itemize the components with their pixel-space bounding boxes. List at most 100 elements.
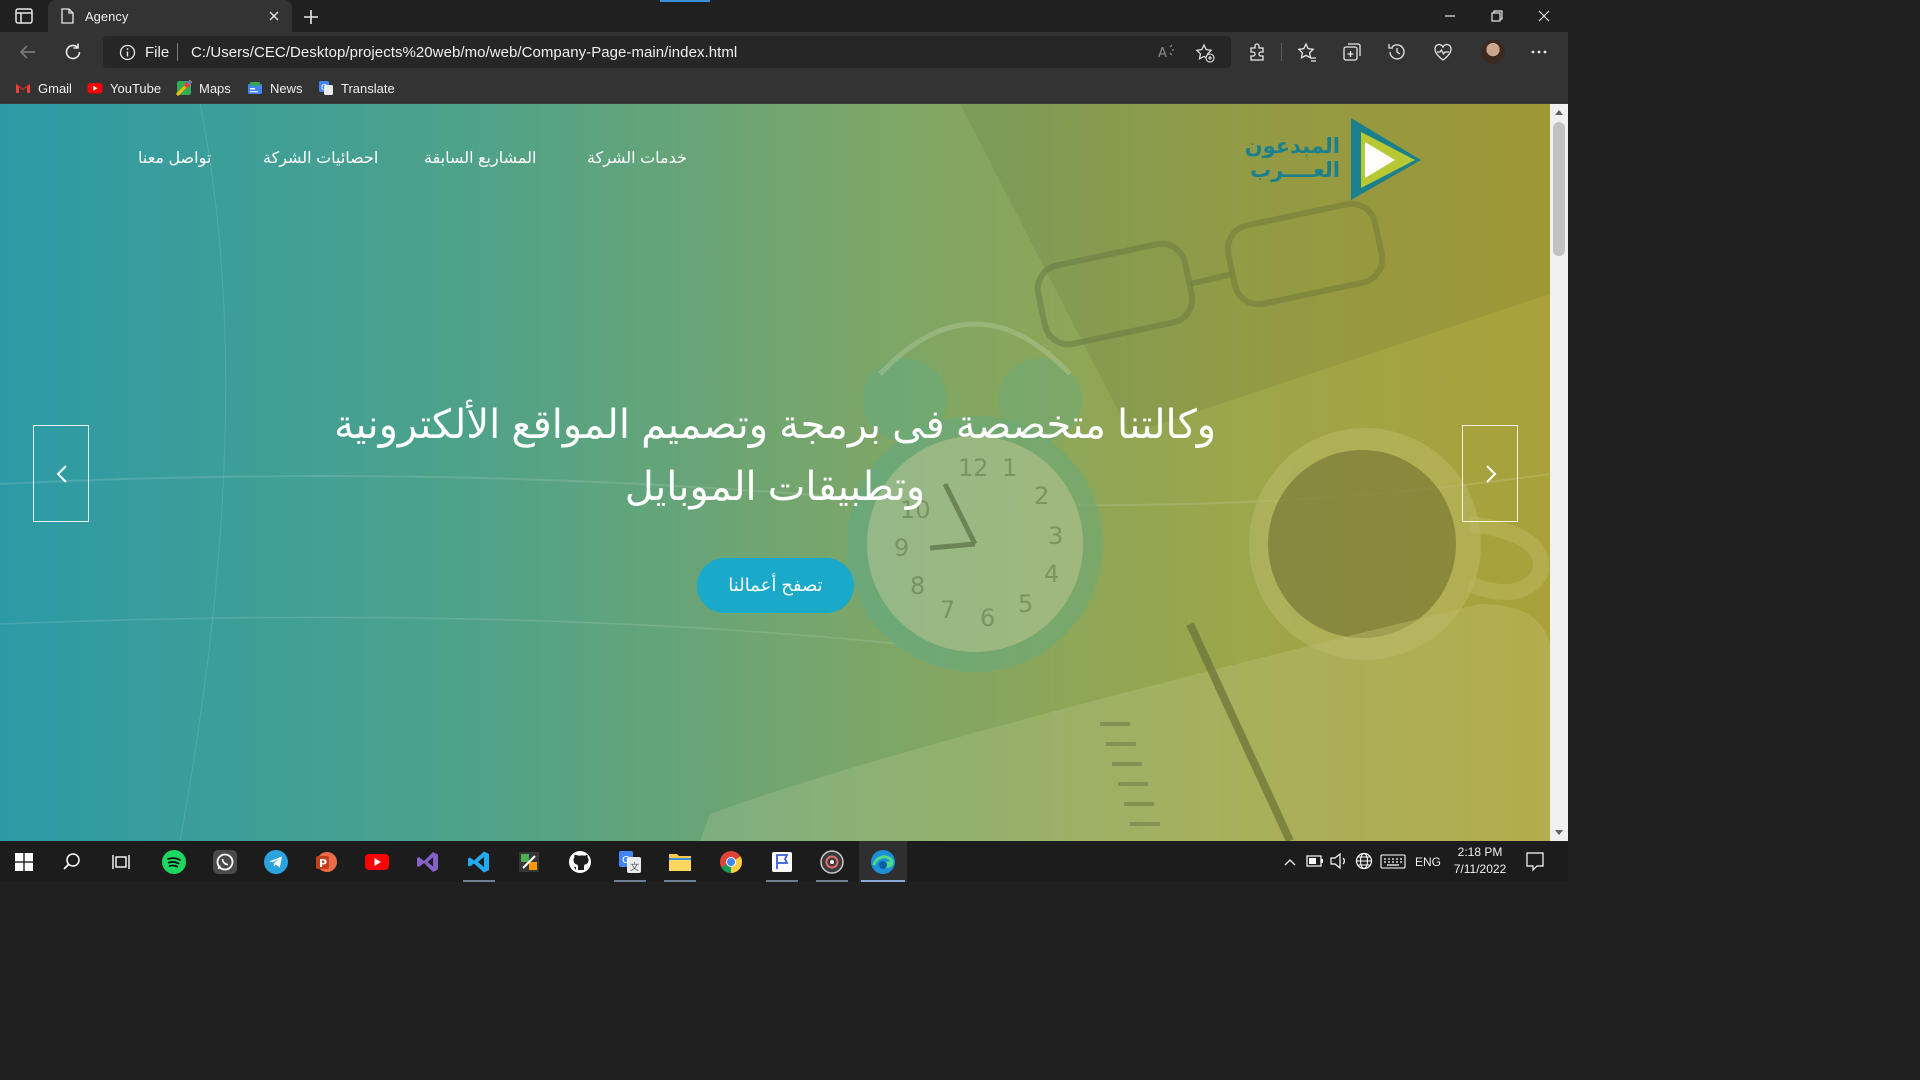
url-text[interactable]: C:/Users/CEC/Desktop/projects%20web/mo/w…: [191, 44, 737, 61]
bookmark-maps[interactable]: Maps: [176, 79, 231, 97]
media-icon: [820, 849, 844, 874]
back-icon[interactable]: [16, 40, 40, 64]
page-icon: [61, 8, 74, 24]
new-tab-icon[interactable]: [300, 6, 322, 28]
read-aloud-icon[interactable]: A: [1157, 43, 1177, 61]
taskbar-snip[interactable]: [758, 841, 806, 882]
taskbar-vscode[interactable]: [455, 841, 503, 882]
scroll-up-arrow[interactable]: [1555, 110, 1563, 115]
svg-text:7: 7: [940, 596, 955, 624]
page-scrollbar[interactable]: [1550, 104, 1568, 841]
browser-titlebar: Agency: [0, 0, 1568, 32]
taskbar-google-translate[interactable]: G 文: [606, 841, 654, 882]
slider-prev-button[interactable]: [33, 425, 89, 522]
clock-date: 7/11/2022: [1453, 862, 1507, 876]
network-globe-icon[interactable]: [1354, 841, 1374, 882]
nav-projects[interactable]: المشاريع السابقة: [424, 148, 536, 168]
window-accent: [660, 0, 710, 2]
maps-icon: [176, 80, 192, 96]
bookmark-label: Gmail: [38, 80, 72, 96]
scroll-down-arrow[interactable]: [1555, 830, 1563, 835]
svg-text:G: G: [622, 855, 630, 866]
address-bar-row: File C:/Users/CEC/Desktop/projects%20web…: [0, 32, 1568, 72]
svg-text:文: 文: [630, 861, 639, 873]
vscode-icon: [468, 851, 489, 872]
add-favorite-icon[interactable]: [1195, 43, 1215, 63]
url-scheme-label: File: [145, 44, 170, 61]
bookmark-youtube[interactable]: YouTube: [87, 79, 161, 97]
taskbar-visual-studio[interactable]: [404, 841, 452, 882]
taskbar-media[interactable]: [808, 841, 856, 882]
taskbar-powerpoint[interactable]: P: [302, 841, 350, 882]
google-translate-icon: G 文: [619, 850, 641, 873]
volume-icon[interactable]: [1329, 841, 1349, 882]
taskbar-spotify[interactable]: [150, 841, 198, 882]
chevron-right-icon: [1486, 465, 1497, 483]
hero-headline: وكالتنا متخصصة فى برمجة وتصميم المواقع ا…: [300, 394, 1250, 518]
close-tab-icon[interactable]: [266, 8, 282, 24]
browser-tab[interactable]: Agency: [48, 0, 292, 32]
snip-icon: [772, 851, 792, 872]
bookmark-translate[interactable]: G Translate: [318, 79, 395, 97]
browse-work-button[interactable]: تصفح أعمالنا: [697, 558, 854, 613]
more-options-icon[interactable]: [1528, 41, 1550, 63]
minimize-icon[interactable]: [1440, 6, 1460, 26]
address-bar[interactable]: File C:/Users/CEC/Desktop/projects%20web…: [103, 36, 1231, 68]
task-view-button[interactable]: [97, 841, 145, 882]
show-hidden-icons-icon[interactable]: [1282, 841, 1298, 882]
profile-avatar[interactable]: [1481, 40, 1505, 64]
whatsapp-icon: [213, 849, 237, 874]
bookmark-label: YouTube: [110, 80, 162, 96]
edge-icon: [871, 849, 895, 874]
github-icon: [569, 850, 591, 873]
logo-text-line1: المبدعون: [1244, 135, 1340, 158]
taskbar-telegram[interactable]: [252, 841, 300, 882]
taskbar-edge[interactable]: [859, 841, 907, 882]
taskbar-sublime[interactable]: [505, 841, 553, 882]
nav-services[interactable]: خدمات الشركة: [587, 148, 687, 168]
battery-icon[interactable]: [1305, 841, 1325, 882]
nav-statistics[interactable]: احصائيات الشركة: [263, 148, 378, 168]
translate-icon: G: [319, 81, 333, 95]
browser-essentials-icon[interactable]: [1432, 41, 1454, 63]
collections-icon[interactable]: [1341, 41, 1363, 63]
chevron-left-icon: [56, 465, 67, 483]
page-viewport: 12 1 2 345 678 9 10 المبدعون العــــرب خ…: [0, 104, 1550, 841]
restore-icon[interactable]: [1487, 6, 1507, 26]
scroll-thumb[interactable]: [1553, 122, 1565, 256]
tab-actions-icon[interactable]: [12, 6, 36, 26]
start-button[interactable]: [0, 841, 48, 882]
spotify-icon: [162, 849, 186, 874]
svg-text:5: 5: [1018, 590, 1033, 618]
notifications-icon[interactable]: [1524, 841, 1546, 882]
close-window-icon[interactable]: [1534, 6, 1554, 26]
bookmark-gmail[interactable]: Gmail: [15, 79, 72, 97]
taskbar-whatsapp[interactable]: [201, 841, 249, 882]
taskbar-clock[interactable]: 2:18 PM 7/11/2022: [1448, 844, 1512, 878]
taskbar-github[interactable]: [556, 841, 604, 882]
start-icon: [15, 852, 33, 871]
slider-next-button[interactable]: [1462, 425, 1518, 522]
favorites-icon[interactable]: [1296, 41, 1318, 63]
bookmarks-bar: Gmail YouTube Maps News G Translate: [0, 72, 1568, 104]
news-icon: [248, 82, 262, 94]
svg-text:9: 9: [894, 534, 909, 562]
history-icon[interactable]: [1386, 41, 1408, 63]
svg-text:A: A: [1158, 46, 1167, 61]
info-icon[interactable]: [119, 44, 136, 61]
keyboard-icon[interactable]: [1380, 841, 1406, 882]
taskbar-search[interactable]: [48, 841, 96, 882]
bookmark-news[interactable]: News: [247, 79, 303, 97]
url-separator: [177, 43, 178, 61]
hero-headline-line1: وكالتنا متخصصة فى برمجة وتصميم المواقع ا…: [333, 403, 1217, 447]
taskbar-file-explorer[interactable]: [656, 841, 704, 882]
language-indicator[interactable]: ENG: [1415, 841, 1441, 882]
site-logo[interactable]: المبدعون العــــرب: [1245, 118, 1425, 200]
nav-contact[interactable]: تواصل معنا: [138, 148, 211, 168]
taskbar-youtube[interactable]: [353, 841, 401, 882]
gmail-icon: [15, 83, 31, 93]
refresh-icon[interactable]: [61, 40, 85, 64]
extensions-icon[interactable]: [1246, 41, 1268, 63]
bookmark-label: Maps: [199, 80, 231, 96]
taskbar-chrome[interactable]: [707, 841, 755, 882]
